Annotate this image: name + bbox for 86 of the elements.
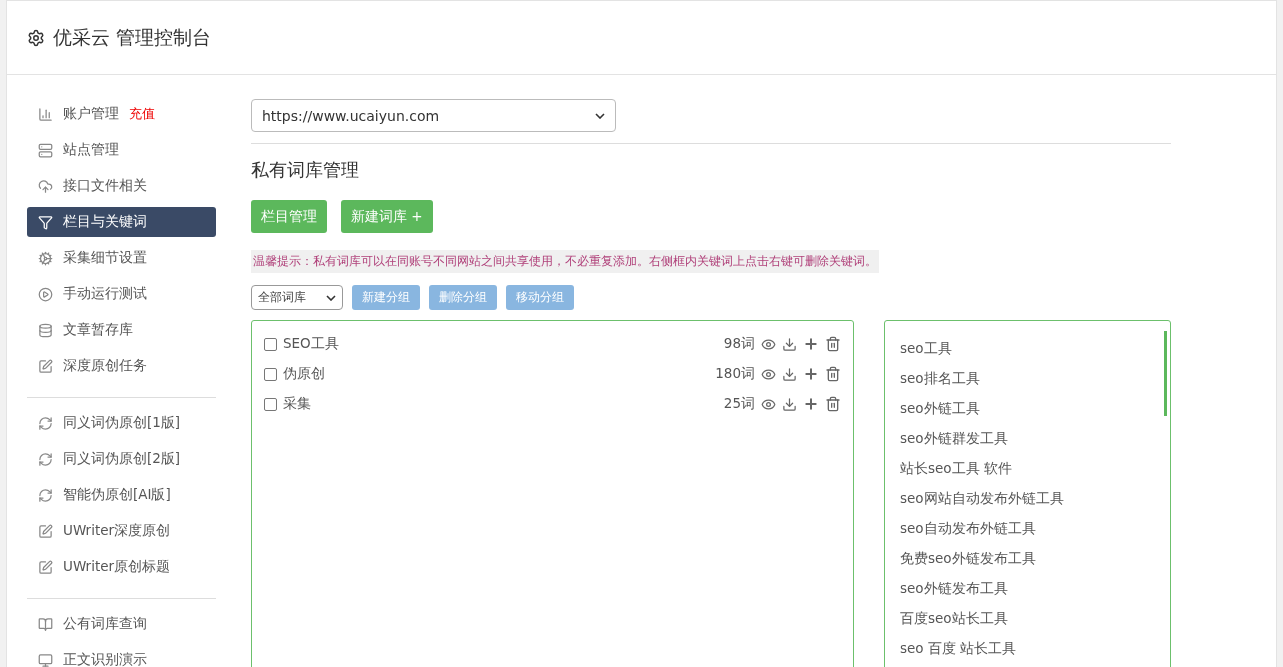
download-icon[interactable]	[782, 396, 797, 412]
keyword-item[interactable]: 站长seo工具 软件	[900, 453, 1155, 483]
sidebar-label: UWriter深度原创	[63, 522, 171, 540]
word-count: 25词	[723, 395, 755, 413]
keyword-item[interactable]: 百度seo站长工具	[900, 603, 1155, 633]
plus-icon[interactable]	[803, 396, 819, 412]
checkbox[interactable]	[264, 397, 277, 411]
settings-icon	[27, 28, 45, 47]
trash-icon[interactable]	[825, 366, 841, 382]
play-icon	[38, 286, 53, 302]
word-count: 180词	[715, 365, 755, 383]
filter-icon	[38, 214, 53, 230]
server-icon	[38, 142, 53, 158]
trash-icon[interactable]	[825, 336, 841, 352]
page-title: 优采云 管理控制台	[53, 24, 212, 50]
trash-icon[interactable]	[825, 396, 841, 412]
sidebar-label: 接口文件相关	[63, 177, 147, 195]
bar-chart-icon	[38, 106, 53, 122]
sidebar-label: 公有词库查询	[63, 615, 147, 633]
sidebar-item[interactable]: 手动运行测试	[27, 279, 216, 309]
keyword-item[interactable]: seo排名工具	[900, 363, 1155, 393]
cloud-upload-icon	[38, 178, 53, 194]
refresh-icon	[38, 415, 53, 431]
checkbox[interactable]	[264, 367, 277, 381]
library-name: 采集	[283, 395, 311, 413]
sidebar-item[interactable]: UWriter原创标题	[27, 552, 216, 582]
sidebar-label: UWriter原创标题	[63, 558, 171, 576]
section-heading: 私有词库管理	[251, 158, 360, 182]
sidebar-item[interactable]: 正文识别演示	[27, 645, 216, 667]
pen-square-icon	[38, 358, 53, 374]
refresh-icon	[38, 451, 53, 467]
sidebar-label: 站点管理	[63, 141, 119, 159]
sidebar-item[interactable]: 站点管理	[27, 135, 216, 165]
sidebar-item[interactable]: 同义词伪原创[1版]	[27, 408, 216, 438]
library-name: SEO工具	[283, 335, 339, 353]
sidebar-label: 账户管理	[63, 105, 119, 123]
library-name: 伪原创	[283, 365, 325, 383]
sidebar-item[interactable]: UWriter深度原创	[27, 516, 216, 546]
sidebar-label: 正文识别演示	[63, 651, 147, 667]
refresh-icon	[38, 487, 53, 503]
sidebar-label: 采集细节设置	[63, 249, 147, 267]
keyword-item[interactable]: seo 百度 站长工具	[900, 633, 1155, 663]
keyword-item[interactable]: seo外链发布工具	[900, 573, 1155, 603]
sidebar-label: 文章暂存库	[63, 321, 133, 339]
word-count: 98词	[723, 335, 755, 353]
sidebar-item[interactable]: 采集细节设置	[27, 243, 216, 273]
sidebar-item[interactable]: 账户管理 充值	[27, 99, 216, 129]
keyword-item[interactable]: seo自动发布外链工具	[900, 513, 1155, 543]
sidebar-item[interactable]: 深度原创任务	[27, 351, 216, 381]
keyword-item[interactable]: 免费seo外链发布工具	[900, 543, 1155, 573]
keyword-item[interactable]: seo外链群发工具	[900, 423, 1155, 453]
sidebar-label: 深度原创任务	[63, 357, 147, 375]
recharge-link[interactable]: 充值	[129, 105, 155, 123]
sidebar-item[interactable]: 智能伪原创[AI版]	[27, 480, 216, 510]
sidebar-item[interactable]: 同义词伪原创[2版]	[27, 444, 216, 474]
sidebar-item[interactable]: 公有词库查询	[27, 609, 216, 639]
sidebar-label: 手动运行测试	[63, 285, 147, 303]
eye-icon[interactable]	[761, 336, 776, 352]
sidebar-label: 智能伪原创[AI版]	[63, 486, 171, 504]
library-select[interactable]: 全部词库	[251, 285, 343, 310]
pen-square-icon	[38, 523, 53, 539]
monitor-icon	[38, 652, 53, 667]
download-icon[interactable]	[782, 336, 797, 352]
keyword-item[interactable]: seo外链工具	[900, 393, 1155, 423]
eye-icon[interactable]	[761, 396, 776, 412]
site-select[interactable]: https://www.ucaiyun.com	[251, 99, 616, 132]
sidebar-label: 同义词伪原创[2版]	[63, 450, 181, 468]
sidebar-item[interactable]: 栏目与关键词	[27, 207, 216, 237]
sidebar-item[interactable]: 文章暂存库	[27, 315, 216, 345]
sidebar-item[interactable]: 接口文件相关	[27, 171, 216, 201]
keyword-item[interactable]: seo网站自动发布外链工具	[900, 483, 1155, 513]
keyword-item[interactable]: seo工具	[900, 333, 1155, 363]
sidebar-label: 栏目与关键词	[63, 213, 147, 231]
plus-icon[interactable]	[803, 336, 819, 352]
database-icon	[38, 322, 53, 338]
caret-icon	[595, 112, 605, 119]
download-icon[interactable]	[782, 366, 797, 382]
checkbox[interactable]	[264, 337, 277, 351]
pen-square-icon	[38, 559, 53, 575]
gear-icon	[38, 250, 53, 266]
book-icon	[38, 616, 53, 632]
plus-icon[interactable]	[803, 366, 819, 382]
tip-text: 温馨提示：私有词库可以在同账号不同网站之间共享使用，不必重复添加。右侧框内关键词上点击右键可删除关键词。	[251, 250, 879, 273]
eye-icon[interactable]	[761, 366, 776, 382]
sidebar-label: 同义词伪原创[1版]	[63, 414, 181, 432]
caret-icon	[326, 294, 336, 301]
